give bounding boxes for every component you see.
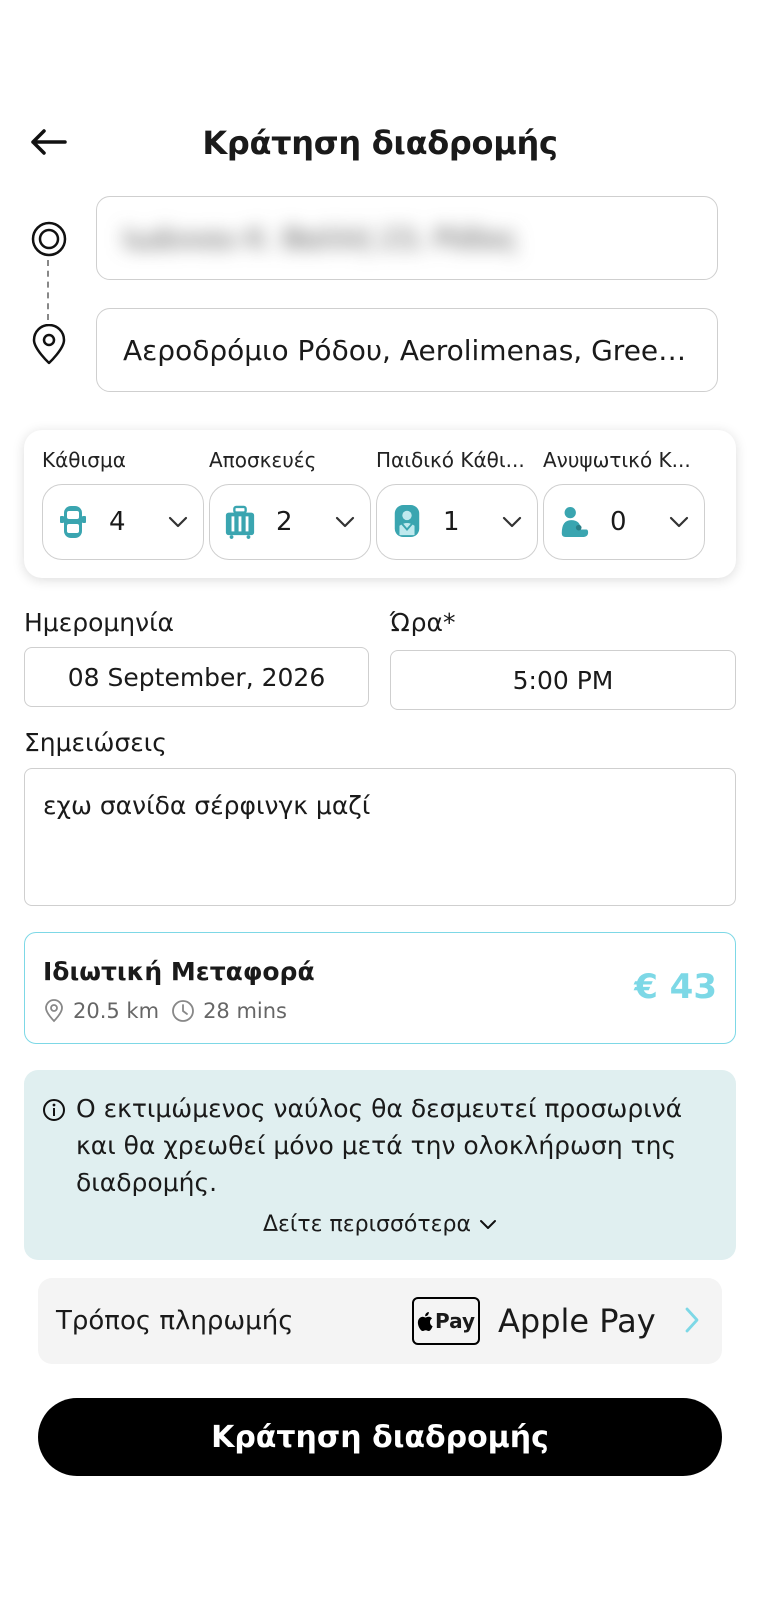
chevron-down-icon: [501, 511, 523, 533]
clock-icon: [172, 1000, 194, 1022]
location-pin-icon: [45, 999, 63, 1023]
route-dashed-line: [47, 260, 49, 320]
ride-options-card: Κάθισμα 4 Αποσκευές 2 Παιδικό Κάθι... 1 …: [24, 430, 736, 578]
fare-info-text: Ο εκτιμώμενος ναύλος θα δεσμευτεί προσωρ…: [76, 1094, 683, 1197]
apple-pay-badge-text: Pay: [434, 1309, 476, 1333]
pickup-address-field[interactable]: Ιωάννου Κ. Βαλλή 23, Ρόδος: [96, 196, 718, 280]
seats-option: Κάθισμα 4: [42, 446, 204, 560]
chevron-down-icon: [334, 511, 356, 533]
ride-meta: 20.5 km 28 mins: [43, 999, 299, 1023]
luggage-icon: [224, 502, 256, 542]
booster-seat-icon: [558, 502, 590, 542]
booster-seat-value: 0: [610, 507, 627, 537]
notes-label: Σημειώσεις: [24, 728, 167, 757]
seats-dropdown[interactable]: 4: [42, 484, 204, 560]
route-indicator: [28, 218, 68, 368]
child-seat-value: 1: [443, 507, 460, 537]
see-more-label: Δείτε περισσότερα: [262, 1212, 471, 1237]
time-field[interactable]: 5:00 PM: [390, 650, 736, 710]
luggage-value: 2: [276, 507, 293, 537]
time-label: Ώρα*: [390, 608, 456, 637]
ride-price: € 43: [634, 967, 717, 1007]
fare-info-box: Ο εκτιμώμενος ναύλος θα δεσμευτεί προσωρ…: [24, 1070, 736, 1260]
child-seat-icon: [391, 502, 423, 542]
apple-pay-badge: Pay: [412, 1297, 480, 1345]
book-ride-button[interactable]: Κράτηση διαδρομής: [38, 1398, 722, 1476]
seats-value: 4: [109, 507, 126, 537]
ride-duration: 28 mins: [203, 999, 288, 1023]
page-title: Κράτηση διαδρομής: [202, 124, 558, 162]
apple-logo-icon: [417, 1311, 433, 1331]
pickup-target-icon: [31, 221, 67, 257]
dropoff-address-field[interactable]: Αεροδρόμιο Ρόδου, Aerolimenas, Gree…: [96, 308, 718, 392]
booster-seat-dropdown[interactable]: 0: [543, 484, 705, 560]
luggage-dropdown[interactable]: 2: [209, 484, 371, 560]
ride-distance: 20.5 km: [73, 999, 160, 1023]
location-pin-icon: [32, 324, 66, 365]
seats-label: Κάθισμα: [42, 448, 126, 472]
chevron-right-icon: [685, 1307, 699, 1333]
booster-seat-label: Ανυψωτικό Κ...: [543, 448, 691, 472]
info-icon: [43, 1099, 65, 1121]
date-label: Ημερομηνία: [24, 608, 175, 637]
pickup-address-value: Ιωάννου Κ. Βαλλή 23, Ρόδος: [123, 221, 519, 255]
header: Κράτηση διαδρομής: [0, 112, 760, 172]
payment-method-label: Τρόπος πληρωμής: [56, 1306, 294, 1336]
child-seat-dropdown[interactable]: 1: [376, 484, 538, 560]
date-field[interactable]: 08 September, 2026: [24, 647, 369, 707]
dropoff-address-value: Αεροδρόμιο Ρόδου, Aerolimenas, Gree…: [123, 333, 687, 367]
private-transfer-card[interactable]: Ιδιωτική Μεταφορά 20.5 km 28 mins € 43: [24, 932, 736, 1044]
car-seat-icon: [57, 502, 89, 542]
payment-method-row[interactable]: Τρόπος πληρωμής Pay Apple Pay: [38, 1278, 722, 1364]
ride-type-title: Ιδιωτική Μεταφορά: [43, 957, 315, 986]
chevron-down-icon: [480, 1220, 496, 1229]
luggage-label: Αποσκευές: [209, 448, 317, 472]
child-seat-label: Παιδικό Κάθι...: [376, 448, 525, 472]
see-more-link[interactable]: Δείτε περισσότερα: [24, 1212, 736, 1237]
duration-info: 28 mins: [171, 999, 287, 1023]
payment-method-value: Apple Pay: [498, 1302, 656, 1340]
luggage-option: Αποσκευές 2: [209, 446, 371, 560]
booster-seat-option: Ανυψωτικό Κ... 0: [543, 446, 705, 560]
child-seat-option: Παιδικό Κάθι... 1: [376, 446, 538, 560]
chevron-down-icon: [668, 511, 690, 533]
distance-info: 20.5 km: [43, 999, 159, 1023]
notes-textarea[interactable]: εχω σανίδα σέρφινγκ μαζί: [24, 768, 736, 906]
chevron-down-icon: [167, 511, 189, 533]
